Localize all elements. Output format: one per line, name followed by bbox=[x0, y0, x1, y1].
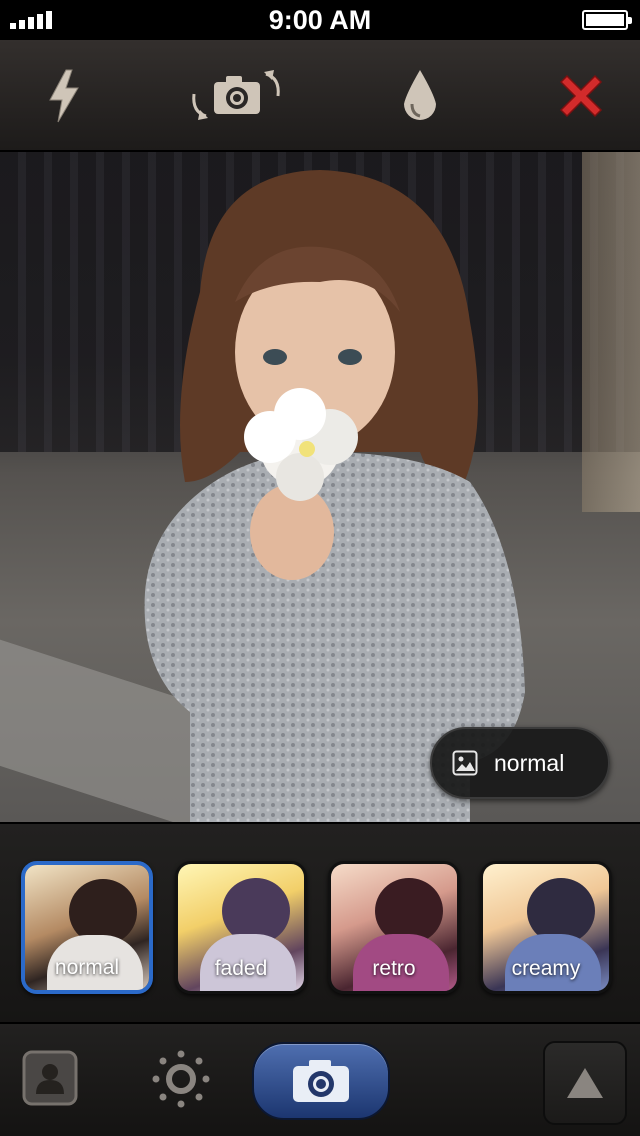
filter-thumb-normal[interactable]: normal bbox=[21, 861, 153, 994]
flash-button[interactable] bbox=[24, 56, 104, 136]
status-time: 9:00 AM bbox=[268, 5, 372, 35]
close-icon bbox=[559, 74, 603, 118]
status-bar: 9:00 AM bbox=[0, 0, 640, 40]
filter-label-normal: normal bbox=[54, 956, 120, 979]
image-icon bbox=[452, 750, 478, 776]
flash-icon bbox=[49, 69, 79, 123]
filter-label-creamy: creamy bbox=[511, 957, 581, 980]
drop-button[interactable] bbox=[380, 56, 460, 136]
drop-icon bbox=[404, 70, 436, 120]
filter-label-retro: retro bbox=[372, 957, 416, 980]
triangle-up-icon bbox=[567, 1068, 603, 1098]
expand-panel-button[interactable] bbox=[543, 1041, 627, 1125]
bottom-toolbar bbox=[0, 1024, 640, 1136]
filter-label-faded: faded bbox=[214, 957, 268, 980]
filter-thumb-retro[interactable]: retro bbox=[328, 861, 460, 994]
profile-button[interactable] bbox=[22, 1050, 78, 1106]
brightness-icon bbox=[152, 1050, 210, 1108]
camera-toolbar bbox=[0, 40, 640, 152]
brightness-button[interactable] bbox=[150, 1048, 212, 1110]
current-filter-label: normal bbox=[494, 749, 565, 776]
switch-camera-button[interactable] bbox=[186, 56, 286, 136]
child-with-flower-image bbox=[144, 170, 525, 822]
battery-icon bbox=[582, 10, 632, 30]
filter-strip: normal faded retro creamy bbox=[0, 822, 640, 1024]
camera-shutter-icon bbox=[293, 1060, 349, 1102]
close-button[interactable] bbox=[541, 56, 621, 136]
current-filter-badge[interactable]: normal bbox=[430, 727, 610, 799]
take-photo-button[interactable] bbox=[252, 1042, 390, 1120]
switch-camera-icon bbox=[192, 70, 280, 120]
filter-thumb-faded[interactable]: faded bbox=[175, 861, 307, 994]
filter-thumb-creamy[interactable]: creamy bbox=[480, 861, 612, 994]
profile-icon bbox=[22, 1050, 78, 1106]
camera-preview-photo: normal bbox=[0, 152, 640, 822]
